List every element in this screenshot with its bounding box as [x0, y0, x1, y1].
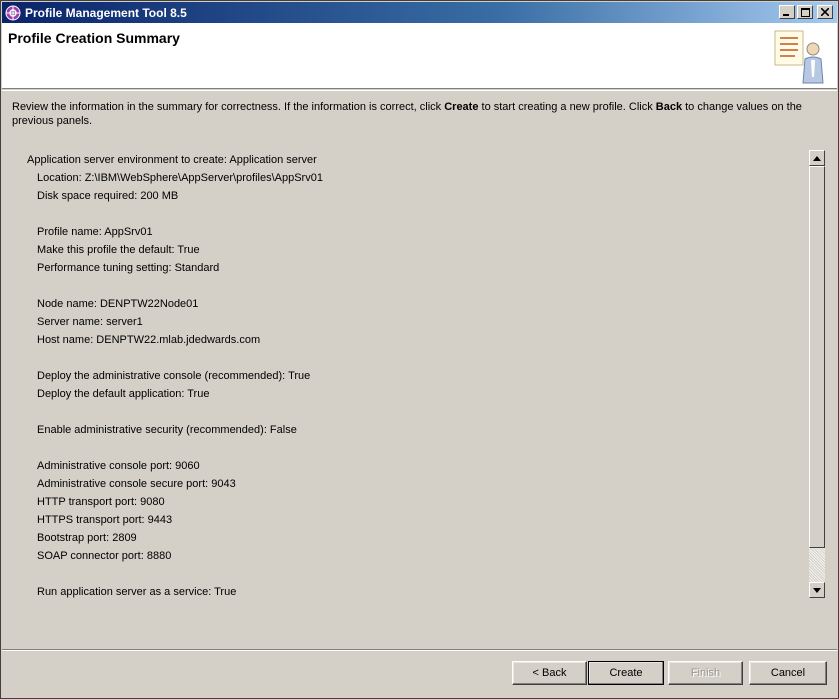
minimize-button[interactable]: [779, 5, 795, 19]
summary-http-port: HTTP transport port: 9080: [37, 496, 165, 508]
summary-blank: [23, 403, 809, 421]
footer-divider: [2, 649, 837, 651]
arrow-up-icon: [813, 155, 821, 161]
back-button[interactable]: < Back: [512, 661, 587, 685]
summary-bootstrap-port: Bootstrap port: 2809: [37, 532, 137, 544]
page-title: Profile Creation Summary: [8, 30, 180, 46]
summary-https-port: HTTPS transport port: 9443: [37, 514, 173, 526]
header-divider: [2, 90, 837, 91]
header-banner: Profile Creation Summary: [2, 23, 837, 89]
scroll-down-button[interactable]: [809, 582, 825, 598]
summary-admin-port: Administrative console port: 9060: [37, 460, 200, 472]
instruction-create-word: Create: [444, 101, 479, 113]
summary-blank: [23, 349, 809, 367]
app-icon: [5, 5, 21, 21]
instruction-part2: to start creating a new profile. Click: [478, 101, 656, 113]
vertical-scrollbar[interactable]: [809, 150, 825, 598]
summary-service: Run application server as a service: Tru…: [37, 586, 237, 598]
instruction-text: Review the information in the summary fo…: [12, 100, 822, 128]
close-icon: [821, 8, 829, 16]
summary-blank: [23, 439, 809, 457]
summary-node-name: Node name: DENPTW22Node01: [37, 298, 199, 310]
finish-button[interactable]: Finish: [668, 661, 743, 685]
arrow-down-icon: [813, 587, 821, 593]
scroll-up-button[interactable]: [809, 150, 825, 166]
summary-soap-port: SOAP connector port: 8880: [37, 550, 172, 562]
summary-blank: [23, 277, 809, 295]
summary-admin-console: Deploy the administrative console (recom…: [37, 370, 311, 382]
close-button[interactable]: [817, 5, 833, 19]
summary-admin-security: Enable administrative security (recommen…: [37, 424, 297, 436]
profile-summary-icon: [774, 30, 824, 84]
summary-host-name: Host name: DENPTW22.mlab.jdedwards.com: [37, 334, 261, 346]
summary-environment: Application server environment to create…: [27, 154, 317, 166]
summary-profile-name: Profile name: AppSrv01: [37, 226, 153, 238]
create-button[interactable]: Create: [588, 661, 664, 685]
minimize-icon: [783, 14, 789, 16]
instruction-back-word: Back: [655, 101, 683, 113]
title-bar[interactable]: Profile Management Tool 8.5: [2, 2, 837, 23]
profile-management-window: Profile Management Tool 8.5 Profile Crea…: [0, 0, 839, 699]
summary-server-name: Server name: server1: [37, 316, 143, 328]
summary-location: Location: Z:\IBM\WebSphere\AppServer\pro…: [37, 172, 323, 184]
summary-blank: [23, 565, 809, 583]
summary-disk-space: Disk space required: 200 MB: [37, 190, 179, 202]
window-title: Profile Management Tool 8.5: [25, 5, 187, 20]
summary-default-app: Deploy the default application: True: [37, 388, 210, 400]
summary-text-area[interactable]: Application server environment to create…: [23, 151, 809, 599]
summary-blank: [23, 205, 809, 223]
maximize-icon: [800, 7, 810, 17]
summary-default-profile: Make this profile the default: True: [37, 244, 200, 256]
summary-tuning: Performance tuning setting: Standard: [37, 262, 220, 274]
scroll-thumb[interactable]: [809, 166, 825, 548]
instruction-part1: Review the information in the summary fo…: [12, 101, 445, 113]
summary-admin-secure-port: Administrative console secure port: 9043: [37, 478, 236, 490]
cancel-button[interactable]: Cancel: [749, 661, 827, 685]
maximize-button[interactable]: [797, 5, 813, 19]
